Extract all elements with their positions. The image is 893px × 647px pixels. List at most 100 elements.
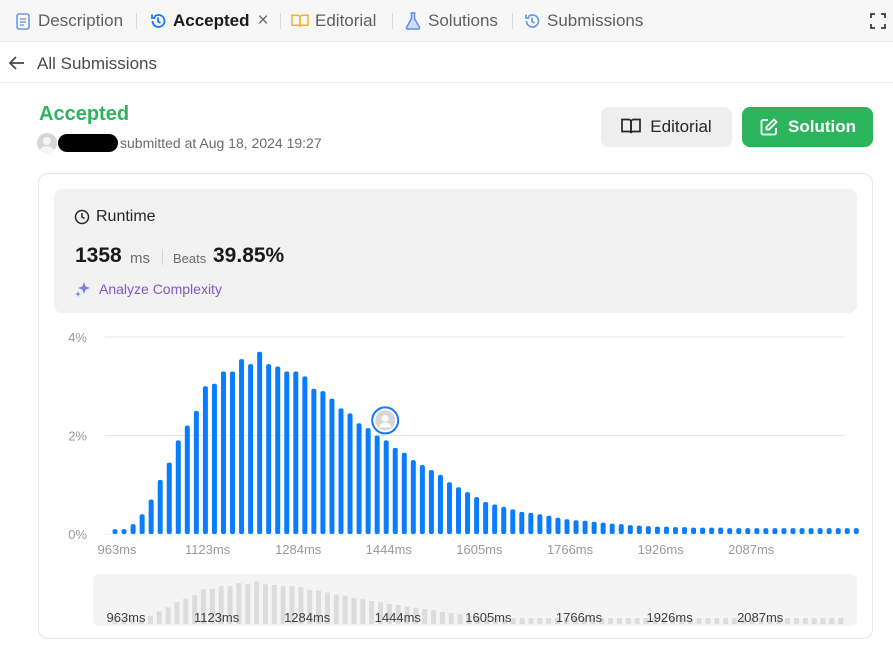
chart-bar[interactable]	[691, 527, 697, 534]
chart-bar[interactable]	[844, 528, 850, 534]
chart-bar[interactable]	[682, 527, 688, 534]
chart-bar[interactable]	[474, 497, 480, 534]
chart-bar[interactable]	[220, 371, 226, 534]
chart-bar[interactable]	[483, 501, 489, 534]
chart-bar[interactable]	[184, 425, 190, 534]
chart-bar[interactable]	[193, 410, 199, 534]
runtime-title: Runtime	[74, 208, 156, 226]
chart-bar[interactable]	[392, 447, 398, 534]
chart-bar[interactable]	[591, 521, 597, 534]
chart-bar[interactable]	[555, 517, 561, 534]
chart-range-selector[interactable]: 963ms 1123ms 1284ms 1444ms 1605ms 1766ms 1926m…	[93, 574, 857, 626]
chart-bar[interactable]	[754, 528, 760, 534]
chart-bar[interactable]	[148, 499, 154, 534]
chart-bar[interactable]	[781, 528, 787, 534]
chart-bar[interactable]	[230, 371, 236, 534]
tab-submissions[interactable]: Submissions	[523, 0, 643, 42]
chart-bar[interactable]	[202, 386, 208, 534]
chart-bar[interactable]	[492, 504, 498, 534]
chart-bar[interactable]	[636, 525, 642, 534]
chart-bar[interactable]	[853, 528, 859, 534]
chart-bar[interactable]	[410, 460, 416, 534]
chart-bar[interactable]	[618, 524, 624, 534]
expand-icon[interactable]	[869, 12, 887, 30]
chart-bar[interactable]	[808, 528, 814, 534]
chart-bar[interactable]	[573, 520, 579, 534]
chart-bar[interactable]	[157, 479, 163, 534]
chart-bar[interactable]	[428, 469, 434, 534]
chart-bar[interactable]	[510, 509, 516, 534]
analyze-complexity-link[interactable]: Analyze Complexity	[74, 280, 222, 298]
chart-bar[interactable]	[356, 423, 362, 534]
editorial-button[interactable]: Editorial	[601, 107, 732, 147]
chart-bar[interactable]	[112, 529, 118, 534]
chart-bar[interactable]	[284, 371, 290, 534]
avatar[interactable]	[37, 133, 57, 153]
chart-bar[interactable]	[600, 522, 606, 534]
chart-bar[interactable]	[727, 528, 733, 534]
chart-bar[interactable]	[130, 524, 136, 534]
chart-bar[interactable]	[248, 364, 254, 534]
chart-bar[interactable]	[763, 528, 769, 534]
chart-bar[interactable]	[211, 383, 217, 534]
chart-bar[interactable]	[437, 474, 443, 534]
chart-bar[interactable]	[320, 391, 326, 534]
chart-bar[interactable]	[329, 398, 335, 534]
tab-description[interactable]: Description	[14, 0, 123, 42]
chart-bar[interactable]	[817, 528, 823, 534]
chart-bar[interactable]	[166, 462, 172, 534]
chart-bar[interactable]	[790, 528, 796, 534]
runtime-value: 1358	[75, 244, 122, 267]
chart-bar[interactable]	[465, 492, 471, 534]
chart-bar[interactable]	[338, 408, 344, 534]
chart-bar[interactable]	[365, 428, 371, 534]
chart-bar[interactable]	[275, 366, 281, 534]
chart-bar[interactable]	[311, 388, 317, 534]
close-icon[interactable]: ×	[254, 11, 272, 31]
chart-bar[interactable]	[627, 525, 633, 534]
chart-bar[interactable]	[564, 519, 570, 534]
chart-bar[interactable]	[537, 514, 543, 534]
chart-bar[interactable]	[401, 452, 407, 534]
chart-bar[interactable]	[446, 482, 452, 534]
chart-bar[interactable]	[456, 487, 462, 534]
chart-bar[interactable]	[302, 376, 308, 534]
arrow-left-icon[interactable]	[8, 54, 26, 72]
chart-bar[interactable]	[745, 528, 751, 534]
runtime-distribution-chart[interactable]: 0% 2% 4% 963ms 1123ms 1284ms 1444ms 1605ms 1766m…	[50, 320, 860, 560]
chart-bar[interactable]	[139, 514, 145, 534]
all-submissions-link[interactable]: All Submissions	[37, 54, 157, 74]
chart-bar[interactable]	[257, 351, 263, 534]
chart-bar[interactable]	[121, 529, 127, 534]
chart-bar[interactable]	[654, 526, 660, 534]
chart-bar[interactable]	[609, 523, 615, 534]
chart-bar[interactable]	[546, 515, 552, 534]
tab-solutions[interactable]: Solutions	[404, 0, 498, 42]
tab-editorial[interactable]: Editorial	[291, 0, 376, 42]
chart-bar[interactable]	[519, 511, 525, 534]
chart-bar[interactable]	[528, 512, 534, 534]
chart-bar[interactable]	[419, 465, 425, 534]
chart-bar[interactable]	[239, 359, 245, 534]
chart-bar[interactable]	[175, 440, 181, 534]
solution-button[interactable]: Solution	[742, 107, 873, 147]
chart-bar[interactable]	[772, 528, 778, 534]
chart-bar[interactable]	[374, 435, 380, 535]
chart-bar[interactable]	[799, 528, 805, 534]
chart-bar[interactable]	[645, 526, 651, 534]
chart-bar[interactable]	[672, 527, 678, 534]
chart-bar[interactable]	[266, 364, 272, 534]
tab-accepted[interactable]: Accepted	[149, 0, 250, 42]
chart-bar[interactable]	[835, 528, 841, 534]
chart-bar[interactable]	[383, 440, 389, 534]
chart-bar[interactable]	[347, 413, 353, 534]
chart-bar[interactable]	[709, 527, 715, 534]
chart-bar[interactable]	[700, 527, 706, 534]
chart-bar[interactable]	[826, 528, 832, 534]
chart-bar[interactable]	[293, 371, 299, 534]
chart-bar[interactable]	[501, 506, 507, 534]
chart-bar[interactable]	[582, 520, 588, 534]
chart-bar[interactable]	[736, 528, 742, 534]
chart-bar[interactable]	[663, 526, 669, 534]
chart-bar[interactable]	[718, 527, 724, 534]
